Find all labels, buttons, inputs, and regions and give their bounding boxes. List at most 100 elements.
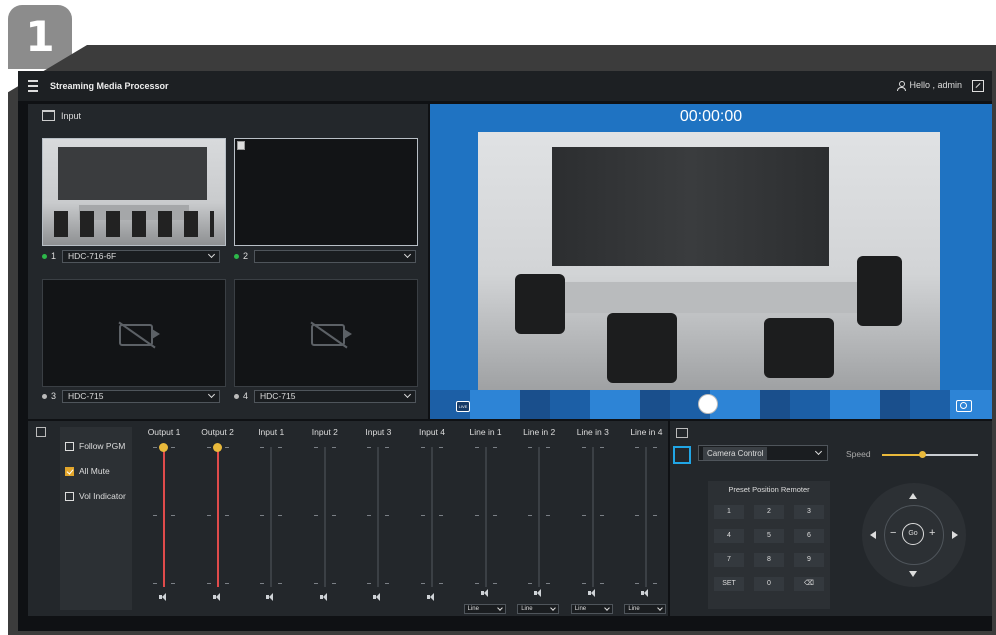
preset-key[interactable]: 1 <box>714 505 744 519</box>
right-arrow-icon[interactable] <box>952 531 958 539</box>
source-select-4[interactable]: HDC-715 <box>254 389 417 403</box>
source-select-3[interactable]: HDC-715 <box>62 389 221 403</box>
input-thumb-1[interactable] <box>42 138 226 246</box>
volume-fader[interactable] <box>538 447 541 587</box>
speaker-icon[interactable] <box>641 589 651 597</box>
down-arrow-icon[interactable] <box>909 571 917 577</box>
scale-tick <box>313 515 318 516</box>
speaker-icon[interactable] <box>587 589 598 597</box>
line-mode-select[interactable]: Line <box>624 604 667 614</box>
record-button[interactable] <box>698 394 718 414</box>
line-mode-select[interactable]: Line <box>463 604 506 614</box>
channel-label: Output 2 <box>201 427 234 437</box>
volume-fader[interactable] <box>163 447 165 587</box>
volume-fader[interactable] <box>645 447 648 587</box>
volume-fader[interactable] <box>323 447 326 587</box>
line-mode-select[interactable]: Line <box>517 604 560 614</box>
scale-tick <box>224 515 229 516</box>
checkbox[interactable] <box>65 491 74 501</box>
preset-key[interactable]: 9 <box>794 553 824 567</box>
preset-key[interactable]: 7 <box>714 553 744 567</box>
speaker-icon[interactable] <box>212 593 223 601</box>
preset-key[interactable]: 5 <box>754 529 784 543</box>
channel-strip: Output 1 <box>138 427 190 613</box>
speaker-icon[interactable] <box>159 593 169 601</box>
speaker-icon[interactable] <box>480 589 491 597</box>
layout-icon[interactable] <box>676 428 688 438</box>
live-icon[interactable]: LIVE <box>456 401 470 412</box>
scale-tick <box>367 515 372 516</box>
volume-fader[interactable] <box>484 447 487 587</box>
preset-key[interactable]: 4 <box>714 529 744 543</box>
all-mute-option[interactable]: All Mute <box>65 466 110 476</box>
select-value: Camera Control <box>703 446 768 460</box>
input-header: Input <box>42 110 81 121</box>
scale-tick <box>635 515 640 516</box>
scale-tick <box>581 515 586 516</box>
speaker-icon[interactable] <box>373 593 383 601</box>
status-dot <box>42 253 47 259</box>
camera-control-select[interactable]: Camera Control <box>698 445 828 461</box>
preset-key[interactable]: ⌫ <box>794 577 824 591</box>
left-arrow-icon[interactable] <box>870 531 876 539</box>
vol-indicator-option[interactable]: Vol Indicator <box>65 491 126 501</box>
fader-knob[interactable] <box>159 443 168 452</box>
camera-off-icon <box>119 324 160 346</box>
volume-fader[interactable] <box>377 447 380 587</box>
input-thumb-4[interactable] <box>234 279 418 387</box>
scale-tick <box>153 515 157 516</box>
zoom-out-button[interactable]: − <box>890 527 896 539</box>
scale-tick <box>474 447 479 448</box>
preset-key[interactable]: 6 <box>794 529 824 543</box>
chevron-down-icon <box>207 250 216 259</box>
scale-tick <box>581 583 586 584</box>
checkbox-checked[interactable] <box>65 466 74 476</box>
line-mode-select[interactable]: Line <box>570 604 613 614</box>
speed-slider-knob[interactable] <box>919 451 927 458</box>
scale-tick <box>474 583 479 584</box>
volume-fader[interactable] <box>270 447 273 587</box>
checkbox[interactable] <box>65 441 74 451</box>
zoom-in-button[interactable]: + <box>929 527 935 539</box>
channel-label: Line in 3 <box>576 427 609 437</box>
preset-key[interactable]: SET <box>714 577 744 591</box>
fullscreen-icon[interactable] <box>972 80 984 92</box>
preset-key[interactable]: 2 <box>754 505 784 519</box>
scale-tick <box>367 447 372 448</box>
folder-icon <box>42 110 55 121</box>
speed-label: Speed <box>846 449 871 459</box>
speaker-icon[interactable] <box>534 589 544 597</box>
scale-tick <box>171 447 175 448</box>
speaker-icon[interactable] <box>319 593 330 601</box>
volume-fader[interactable] <box>216 447 219 587</box>
preset-key[interactable]: 8 <box>754 553 784 567</box>
snapshot-camera-icon[interactable] <box>956 400 972 412</box>
ptz-joystick: − + Go <box>862 483 966 587</box>
app-title: Streaming Media Processor <box>50 81 169 91</box>
chevron-down-icon <box>657 604 664 611</box>
volume-fader[interactable] <box>591 447 594 587</box>
volume-fader[interactable] <box>431 447 433 587</box>
menu-icon[interactable] <box>28 80 38 92</box>
speaker-icon[interactable] <box>266 593 276 601</box>
go-button[interactable]: Go <box>902 523 924 545</box>
speed-slider[interactable] <box>882 451 978 458</box>
preset-key[interactable]: 3 <box>794 505 824 519</box>
input-thumb-3[interactable] <box>42 279 226 387</box>
user-menu[interactable]: Hello , admin <box>897 80 962 91</box>
status-dot <box>234 253 239 259</box>
up-arrow-icon[interactable] <box>909 493 917 499</box>
fader-knob[interactable] <box>212 443 222 452</box>
preset-key[interactable]: 0 <box>754 577 784 591</box>
camera-control-tab-icon[interactable] <box>673 446 691 464</box>
follow-pgm-option[interactable]: Follow PGM <box>65 441 125 451</box>
speaker-icon[interactable] <box>36 427 46 437</box>
input-thumb-2[interactable] <box>234 138 418 246</box>
source-row-1: 1 HDC-716-6F <box>42 249 221 263</box>
source-select-1[interactable]: HDC-716-6F <box>62 249 221 263</box>
line-mode-value: Line <box>628 606 640 612</box>
source-select-2[interactable] <box>254 249 417 263</box>
scale-tick <box>528 515 533 516</box>
speaker-icon[interactable] <box>427 593 437 601</box>
scale-tick <box>599 583 604 584</box>
